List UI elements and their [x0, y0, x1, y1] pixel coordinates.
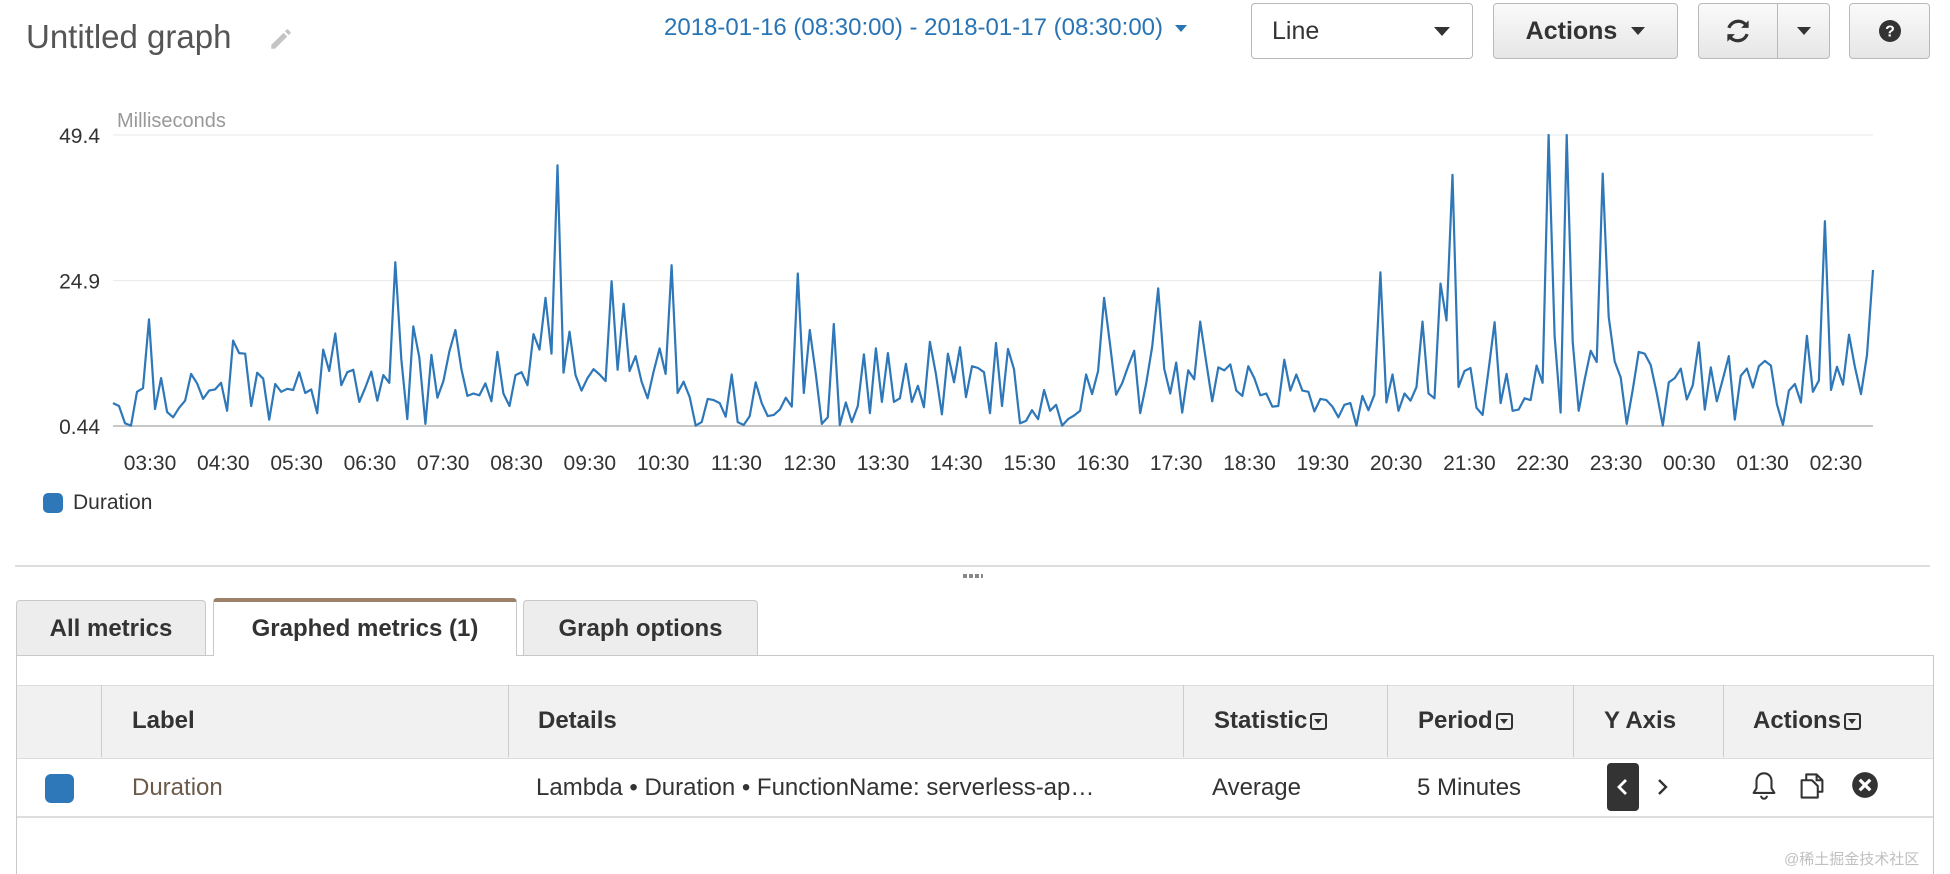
move-to-right-axis-button[interactable] [1650, 772, 1674, 802]
edit-title-pencil-icon[interactable] [268, 26, 294, 52]
drag-handle-icon[interactable] [962, 573, 984, 581]
column-header-details[interactable]: Details [538, 685, 617, 757]
actions-dropdown-button[interactable]: Actions [1493, 3, 1678, 59]
refresh-button[interactable] [1698, 3, 1778, 59]
x-tick-label: 22:30 [1516, 452, 1569, 475]
column-divider [1183, 685, 1184, 757]
column-header-statistic[interactable]: Statistic [1214, 685, 1328, 757]
sort-dropdown-icon[interactable] [1310, 712, 1328, 730]
x-tick-label: 13:30 [857, 452, 910, 475]
header-text: Statistic [1214, 707, 1308, 734]
column-header-period[interactable]: Period [1418, 685, 1513, 757]
x-tick-label: 17:30 [1150, 452, 1203, 475]
help-glyph: ? [1885, 24, 1895, 41]
metric-details: Lambda • Duration • FunctionName: server… [536, 774, 1095, 801]
row-divider [17, 816, 1933, 818]
tab-graph-options[interactable]: Graph options [523, 600, 758, 656]
x-tick-label: 08:30 [490, 452, 543, 475]
header-text: Actions [1753, 707, 1842, 734]
chart-type-select[interactable]: Line [1251, 3, 1473, 59]
x-tick-label: 19:30 [1297, 452, 1350, 475]
chevron-left-icon [1617, 779, 1627, 795]
x-tick-label: 10:30 [637, 452, 690, 475]
x-tick-label: 16:30 [1077, 452, 1130, 475]
legend-label: Duration [73, 491, 153, 514]
column-divider [1573, 685, 1574, 757]
chevron-right-icon [1658, 779, 1668, 795]
watermark: @稀土掘金技术社区 [1784, 851, 1920, 868]
chevron-down-icon [1434, 26, 1450, 36]
x-tick-label: 21:30 [1443, 452, 1496, 475]
chevron-down-icon [1631, 27, 1646, 35]
x-tick-label: 14:30 [930, 452, 983, 475]
x-tick-label: 04:30 [197, 452, 250, 475]
tab-all-metrics[interactable]: All metrics [16, 600, 206, 656]
y-tick-label: 49.4 [59, 125, 100, 148]
tab-graphed-metrics[interactable]: Graphed metrics (1) [213, 598, 517, 656]
x-tick-label: 09:30 [564, 452, 617, 475]
x-tick-label: 07:30 [417, 452, 470, 475]
sort-dropdown-icon[interactable] [1495, 712, 1513, 730]
chevron-down-icon [1175, 24, 1188, 32]
x-tick-label: 23:30 [1590, 452, 1643, 475]
y-axis-label: Milliseconds [117, 110, 226, 132]
x-tick-label: 02:30 [1810, 452, 1863, 475]
y-tick-label: 0.44 [59, 416, 100, 439]
header-text: Period [1418, 707, 1493, 734]
refresh-options-dropdown[interactable] [1777, 3, 1830, 59]
graph-title: Untitled graph [26, 18, 232, 55]
header-text: Details [538, 707, 617, 734]
metric-period[interactable]: 5 Minutes [1417, 770, 1521, 806]
column-header-label[interactable]: Label [132, 685, 195, 757]
column-divider [1723, 685, 1724, 757]
x-axis-ticks: 03:30 04:30 05:30 06:30 07:30 08:30 09:30 10:30… [124, 452, 1862, 475]
column-divider [101, 685, 102, 757]
sort-dropdown-icon[interactable] [1844, 712, 1862, 730]
x-tick-label: 06:30 [344, 452, 397, 475]
x-tick-label: 20:30 [1370, 452, 1423, 475]
line-chart: Milliseconds 49.4 24.9 0.44 03:30 04:30 05:3… [59, 110, 1875, 475]
column-header-actions[interactable]: Actions [1753, 685, 1862, 757]
metric-statistic[interactable]: Average [1212, 770, 1301, 806]
chart-type-value: Line [1272, 16, 1320, 45]
column-divider [508, 685, 509, 757]
header-text: Label [132, 707, 195, 734]
help-icon: ? [1878, 20, 1901, 42]
remove-metric-icon[interactable] [1851, 771, 1879, 799]
y-axis-ticks: 49.4 24.9 0.44 [59, 125, 100, 439]
move-to-left-axis-button[interactable] [1607, 763, 1639, 811]
x-tick-label: 11:30 [711, 452, 762, 475]
legend-color-swatch [43, 493, 63, 513]
column-divider [1387, 685, 1388, 757]
header-text: Y Axis [1604, 707, 1677, 734]
date-range-picker[interactable]: 2018-01-16 (08:30:00) - 2018-01-17 (08:3… [664, 14, 1188, 42]
panel-splitter[interactable] [15, 565, 1930, 567]
x-tick-label: 00:30 [1663, 452, 1716, 475]
x-tick-label: 12:30 [783, 452, 836, 475]
metric-label[interactable]: Duration [132, 770, 223, 806]
actions-label: Actions [1525, 16, 1618, 45]
help-button[interactable]: ? [1849, 3, 1930, 59]
x-tick-label: 03:30 [124, 452, 177, 475]
x-tick-label: 05:30 [270, 452, 323, 475]
x-tick-label: 15:30 [1003, 452, 1056, 475]
chart-legend[interactable]: Duration [43, 491, 152, 515]
bell-icon[interactable] [1750, 771, 1778, 801]
metric-color-swatch[interactable] [45, 774, 74, 803]
y-tick-label: 24.9 [59, 271, 100, 294]
x-tick-label: 01:30 [1736, 452, 1789, 475]
x-tick-label: 18:30 [1223, 452, 1276, 475]
column-header-y-axis: Y Axis [1604, 685, 1676, 757]
date-range-text: 2018-01-16 (08:30:00) - 2018-01-17 (08:3… [664, 14, 1164, 41]
chevron-down-icon [1796, 27, 1811, 35]
copy-icon[interactable] [1797, 771, 1827, 801]
refresh-icon [1727, 19, 1749, 43]
